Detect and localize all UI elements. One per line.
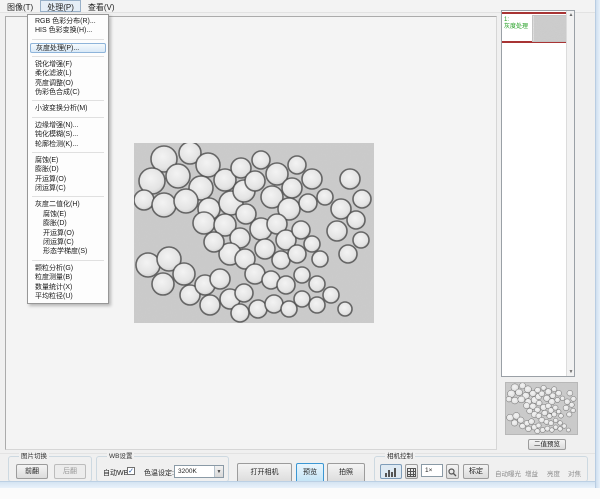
menu-separator bbox=[32, 39, 104, 40]
menubar-item-view[interactable]: 查看(V) bbox=[81, 0, 122, 12]
menubar-item-image[interactable]: 图像(T) bbox=[0, 0, 40, 12]
color-temp-label: 色温设定: bbox=[144, 468, 174, 478]
prev-picture-button[interactable]: 前翻 bbox=[16, 464, 48, 479]
menu-item[interactable]: 锐化增强(F) bbox=[28, 60, 108, 69]
zoom-level-select[interactable]: 1× bbox=[421, 464, 443, 477]
camera-status-label: 自动曝光 bbox=[495, 468, 521, 478]
menu-separator bbox=[32, 56, 104, 57]
color-temp-value: 3200K bbox=[178, 468, 197, 475]
menu-item[interactable]: 腐蚀(E) bbox=[28, 156, 108, 165]
result-list-panel[interactable]: 1: 灰度处理 ▲ ▼ bbox=[501, 10, 575, 377]
picture-switch-group: 图片切换 前翻 后翻 bbox=[8, 456, 92, 482]
auto-wb-label: 自动WB bbox=[103, 468, 128, 478]
menu-item[interactable]: HIS 色彩变换(H)... bbox=[28, 26, 108, 35]
specimen-image bbox=[134, 143, 374, 323]
menu-separator bbox=[32, 117, 104, 118]
menubar-item-process[interactable]: 处理(P) bbox=[40, 0, 81, 12]
menu-item[interactable]: 亮度调整(O) bbox=[28, 79, 108, 88]
menu-item[interactable]: 轮廓检测(K)... bbox=[28, 140, 108, 149]
menu-separator bbox=[32, 152, 104, 153]
result-list-item-selected[interactable]: 1: 灰度处理 bbox=[502, 12, 574, 43]
window-frame-right bbox=[595, 0, 600, 488]
calibrate-button[interactable]: 标定 bbox=[463, 464, 489, 479]
result-item-index: 1: bbox=[504, 17, 531, 24]
result-item-label: 灰度处理 bbox=[504, 24, 531, 31]
camera-control-title: 相机控制 bbox=[385, 453, 415, 460]
menu-item[interactable]: 柔化滤波(L) bbox=[28, 69, 108, 78]
camera-status-label: 亮度 bbox=[547, 468, 560, 478]
menu-separator bbox=[32, 260, 104, 261]
menu-item[interactable]: 颗粒分析(G) bbox=[28, 264, 108, 273]
camera-status-label: 对焦 bbox=[568, 468, 581, 478]
result-item-caption: 1: 灰度处理 bbox=[504, 17, 531, 31]
magnifier-icon bbox=[448, 468, 457, 477]
process-menu-dropdown: RGB 色彩分布(R)...HIS 色彩变换(H)... 灰度处理(P)... 锐化… bbox=[27, 14, 109, 304]
grid-icon bbox=[407, 468, 416, 477]
menu-item[interactable]: 数量统计(X) bbox=[28, 283, 108, 292]
menu-item[interactable]: 边缘增强(N)... bbox=[28, 121, 108, 130]
chevron-down-icon: ▼ bbox=[214, 466, 223, 477]
menu-item[interactable]: 闭运算(C) bbox=[28, 184, 108, 193]
menu-item[interactable]: RGB 色彩分布(R)... bbox=[28, 17, 108, 26]
menu-item[interactable]: 灰度二值化(H) bbox=[28, 200, 108, 209]
window-frame-bottom bbox=[0, 481, 600, 488]
menu-item[interactable]: 形态学梯度(S) bbox=[28, 247, 108, 256]
menu-item[interactable]: 灰度处理(P)... bbox=[30, 43, 106, 53]
wb-settings-group: WB设置 自动WB ✓ 色温设定: 3200K ▼ bbox=[96, 456, 229, 482]
picture-switch-title: 图片切换 bbox=[19, 453, 49, 460]
magnifier-button[interactable] bbox=[446, 464, 459, 479]
zoom-level-value: 1× bbox=[425, 467, 432, 474]
menu-separator bbox=[32, 100, 104, 101]
camera-status-label: 增益 bbox=[525, 468, 538, 478]
histogram-icon bbox=[384, 467, 398, 477]
menu-item[interactable]: 伪彩色合成(C) bbox=[28, 88, 108, 97]
menu-item[interactable]: 闭运算(C) bbox=[28, 238, 108, 247]
menu-item[interactable]: 开运算(O) bbox=[28, 175, 108, 184]
histogram-button[interactable] bbox=[380, 464, 402, 479]
open-camera-button[interactable]: 打开相机 bbox=[237, 463, 292, 483]
preview-button[interactable]: 预览 bbox=[296, 463, 324, 483]
menu-item[interactable]: 粒度测量(B) bbox=[28, 273, 108, 282]
grid-button[interactable] bbox=[405, 464, 418, 479]
list-scrollbar[interactable]: ▲ ▼ bbox=[566, 11, 574, 376]
next-picture-button[interactable]: 后翻 bbox=[54, 464, 86, 479]
preview-thumbnail bbox=[505, 382, 578, 435]
menu-separator bbox=[32, 196, 104, 197]
menu-item[interactable]: 小波变换分析(M) bbox=[28, 104, 108, 113]
wb-settings-title: WB设置 bbox=[107, 453, 134, 460]
auto-wb-checkbox[interactable]: ✓ bbox=[127, 467, 135, 475]
app-window: 图像(T) 处理(P) 查看(V) RGB 色彩分布(R)...HIS 色彩变换… bbox=[0, 0, 600, 488]
menu-item[interactable]: 开运算(O) bbox=[28, 229, 108, 238]
scroll-up-icon[interactable]: ▲ bbox=[568, 12, 574, 18]
capture-button[interactable]: 拍照 bbox=[327, 463, 365, 483]
camera-control-group: 相机控制 1× 标定 自动 bbox=[374, 456, 588, 482]
menu-item[interactable]: 平均粒径(U) bbox=[28, 292, 108, 301]
menu-item[interactable]: 膨胀(D) bbox=[28, 165, 108, 174]
bottom-control-panel: 图片切换 前翻 后翻 WB设置 自动WB ✓ 色温设定: 3200K ▼ 打开相… bbox=[0, 453, 600, 481]
menu-item[interactable]: 膨胀(D) bbox=[28, 219, 108, 228]
binary-preview-button[interactable]: 二值预览 bbox=[528, 439, 566, 450]
menu-item[interactable]: 钝化模糊(S)... bbox=[28, 130, 108, 139]
color-temp-select[interactable]: 3200K ▼ bbox=[174, 465, 224, 478]
scroll-down-icon[interactable]: ▼ bbox=[568, 369, 574, 375]
menu-item[interactable]: 腐蚀(E) bbox=[28, 210, 108, 219]
